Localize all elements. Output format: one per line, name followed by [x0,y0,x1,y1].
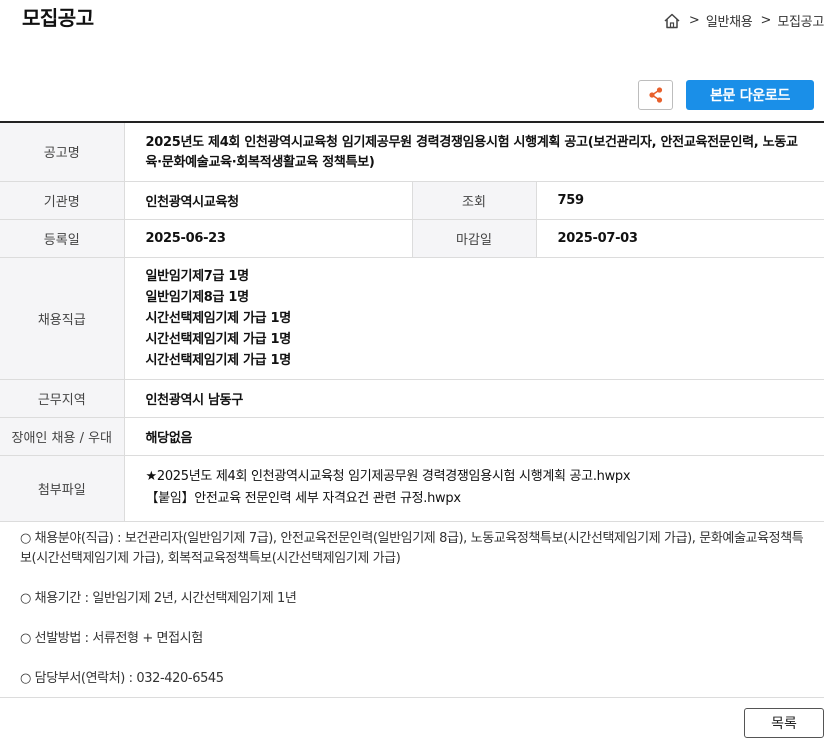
table-row: 채용직급 일반임기제7급 1명 일반임기제8급 1명 시간선택제임기제 가급 1… [0,257,824,380]
attachment-link[interactable]: 【붙임】안전교육 전문인력 세부 자격요건 관련 규정.hwpx [146,488,824,510]
location-label: 근무지역 [0,379,125,418]
list-button[interactable]: 목록 [744,708,824,738]
notice-info-table: 공고명 2025년도 제4회 인천광역시교육청 임기제공무원 경력경쟁임용시험 … [0,121,824,522]
attachment-link[interactable]: ★2025년도 제4회 인천광역시교육청 임기제공무원 경력경쟁임용시험 시행계… [146,466,824,488]
views-value: 759 [536,181,824,220]
body-paragraph: ○ 선발방법 : 서류전형 + 면접시험 [20,631,203,646]
agency-value: 인천광역시교육청 [124,181,413,220]
position-item: 일반임기제7급 1명 [145,268,250,284]
position-item: 시간선택제임기제 가급 1명 [145,331,292,347]
body-paragraph: ○ 담당부서(연락처) : 032-420-6545 [20,671,224,686]
regdate-value: 2025-06-23 [124,219,413,258]
position-item: 일반임기제8급 1명 [145,289,250,305]
divider [0,697,824,698]
share-button[interactable] [638,80,673,110]
notice-title: 2025년도 제4회 인천광역시교육청 임기제공무원 경력경쟁임용시험 시행계획… [124,122,824,182]
breadcrumb-item-recruitment[interactable]: 모집공고 [777,11,824,30]
disability-label: 장애인 채용 / 우대 [0,417,125,456]
deadline-value: 2025-07-03 [536,219,824,258]
positions-label: 채용직급 [0,257,125,380]
agency-label: 기관명 [0,181,125,220]
regdate-label: 등록일 [0,219,125,258]
table-row: 기관명 인천광역시교육청 조회 759 [0,181,824,220]
home-icon[interactable] [663,12,681,30]
views-label: 조회 [412,181,537,220]
breadcrumb-separator: > [760,13,772,28]
attachments-label: 첨부파일 [0,455,125,522]
table-row: 장애인 채용 / 우대 해당없음 [0,417,824,456]
breadcrumb: > 일반채용 > 모집공고 [663,11,824,30]
positions-list: 일반임기제7급 1명 일반임기제8급 1명 시간선택제임기제 가급 1명 시간선… [124,257,824,380]
attachments-list: ★2025년도 제4회 인천광역시교육청 임기제공무원 경력경쟁임용시험 시행계… [124,455,824,522]
breadcrumb-separator: > [688,13,700,28]
body-paragraph: ○ 채용기간 : 일반임기제 2년, 시간선택제임기제 1년 [20,591,297,606]
breadcrumb-item-general-hiring[interactable]: 일반채용 [706,11,753,30]
table-row: 공고명 2025년도 제4회 인천광역시교육청 임기제공무원 경력경쟁임용시험 … [0,122,824,182]
page-title: 모집공고 [22,6,94,30]
table-row: 첨부파일 ★2025년도 제4회 인천광역시교육청 임기제공무원 경력경쟁임용시… [0,455,824,522]
table-row: 등록일 2025-06-23 마감일 2025-07-03 [0,219,824,258]
disability-value: 해당없음 [124,417,824,456]
location-value: 인천광역시 남동구 [124,379,824,418]
title-label: 공고명 [0,122,125,182]
download-body-button[interactable]: 본문 다운로드 [686,80,814,110]
notice-body: ○ 채용분야(직급) : 보건관리자(일반임기제 7급), 안전교육전문인력(일… [20,529,810,689]
position-item: 시간선택제임기제 가급 1명 [145,352,292,368]
table-row: 근무지역 인천광역시 남동구 [0,379,824,418]
share-icon [648,87,662,103]
body-paragraph: ○ 채용분야(직급) : 보건관리자(일반임기제 7급), 안전교육전문인력(일… [20,531,804,566]
position-item: 시간선택제임기제 가급 1명 [145,310,292,326]
deadline-label: 마감일 [412,219,537,258]
